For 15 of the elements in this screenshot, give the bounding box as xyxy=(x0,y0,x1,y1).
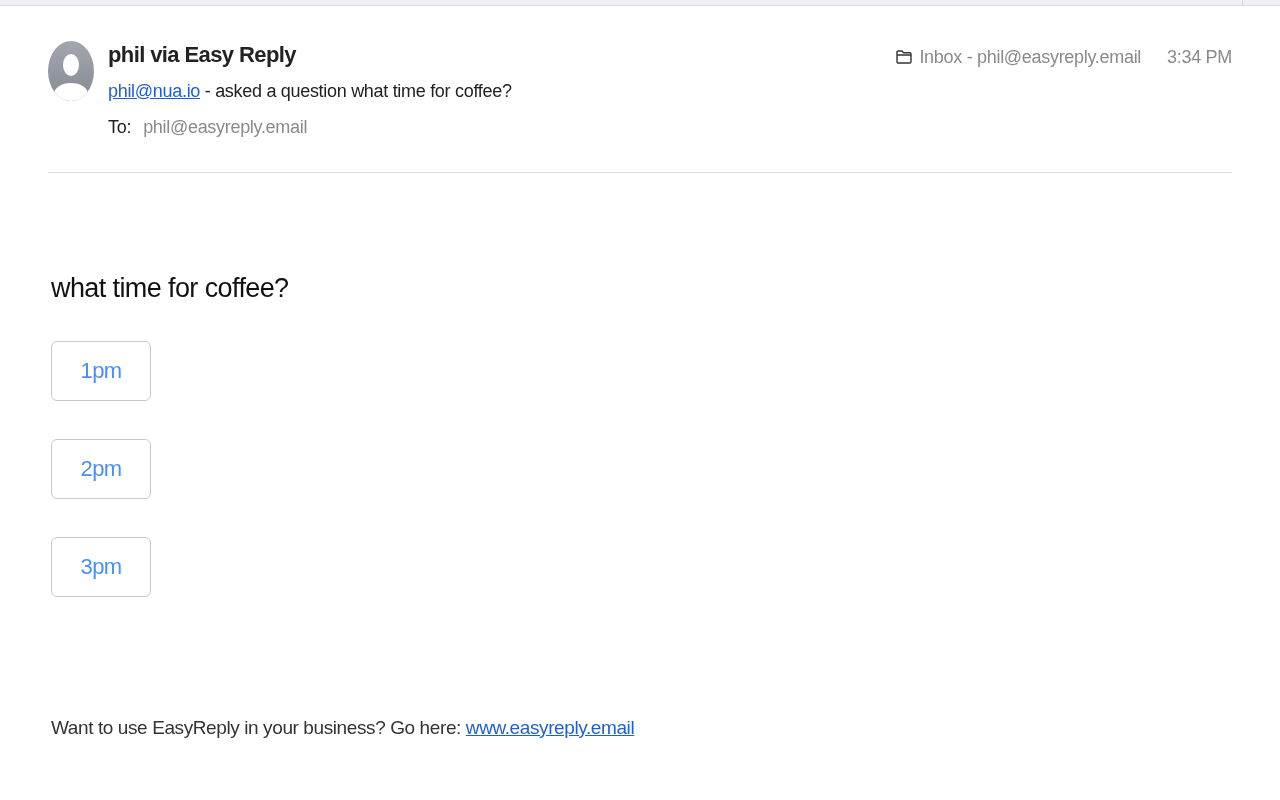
website-link[interactable]: www.easyreply.email xyxy=(465,717,635,738)
question-heading: what time for coffee? xyxy=(51,272,289,304)
sender-email-link[interactable]: phil@nua.io xyxy=(108,81,201,101)
answer-option-button[interactable]: 1pm xyxy=(51,341,151,401)
answer-option-button[interactable]: 3pm xyxy=(51,537,151,597)
to-label: To: xyxy=(108,116,132,139)
recipient-address: phil@easyreply.email xyxy=(143,116,308,139)
avatar-icon xyxy=(48,41,94,101)
answer-option-button[interactable]: 2pm xyxy=(51,439,151,499)
message-time: 3:34 PM xyxy=(1167,46,1232,68)
folder-icon xyxy=(896,50,913,64)
footer-text: Want to use EasyReply in your business? Go here: www.easyreply.email xyxy=(51,716,635,740)
sender-name: phil via Easy Reply xyxy=(108,41,296,69)
folder-label: Inbox - phil@easyreply.email xyxy=(919,46,1142,68)
message-summary: phil@nua.io - asked a question what time for coffee? xyxy=(108,80,512,103)
